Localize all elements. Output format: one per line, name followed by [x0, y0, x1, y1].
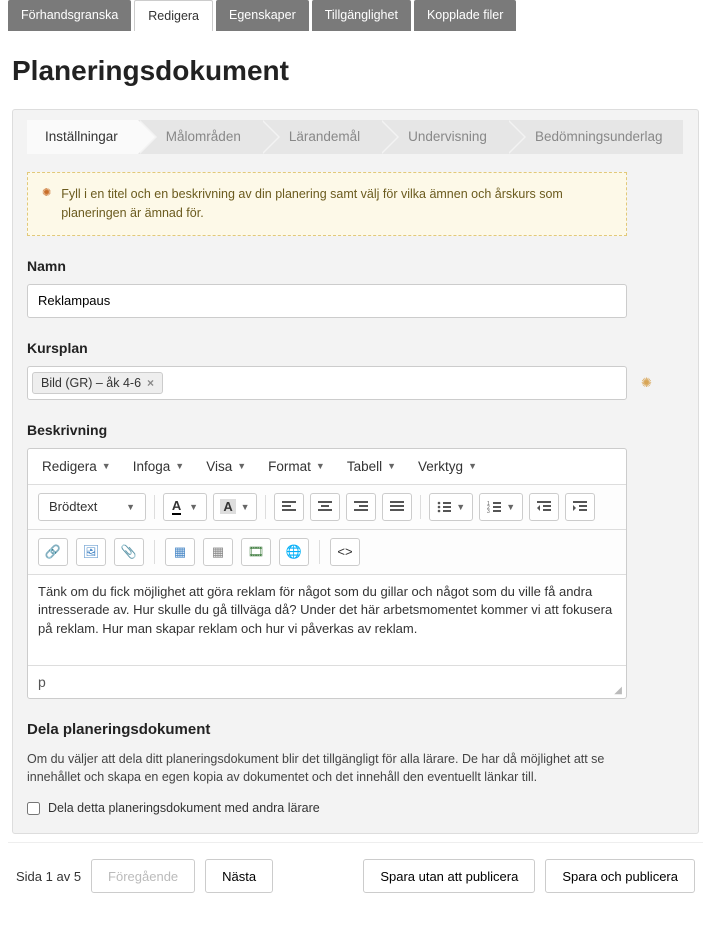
film-button[interactable]: 🎞	[241, 538, 271, 566]
share-checkbox-row[interactable]: Dela detta planeringsdokument med andra …	[27, 801, 684, 815]
align-center-button[interactable]	[310, 493, 340, 521]
link-button[interactable]: 🔗	[38, 538, 68, 566]
editor-toolbar-1: Brödtext▼ A▼ A▼ ▼ 123▼	[28, 485, 626, 530]
link-icon: 🔗	[45, 544, 61, 560]
bullet-list-button[interactable]: ▼	[429, 493, 473, 521]
numbered-list-button[interactable]: 123▼	[479, 493, 523, 521]
attachment-button[interactable]: 📎	[114, 538, 144, 566]
editor-content[interactable]: Tänk om du fick möjlighet att göra rekla…	[28, 575, 626, 665]
next-button[interactable]: Nästa	[205, 859, 273, 893]
publish-button[interactable]: Spara och publicera	[545, 859, 695, 893]
align-right-button[interactable]	[346, 493, 376, 521]
svg-text:3: 3	[487, 509, 490, 513]
name-input[interactable]	[27, 284, 627, 318]
menu-format[interactable]: Format▼	[268, 459, 325, 474]
top-tabs: Förhandsgranska Redigera Egenskaper Till…	[8, 0, 703, 31]
editor-path: p	[38, 674, 46, 690]
indent-button[interactable]	[565, 493, 595, 521]
resize-handle-icon[interactable]: ◢	[614, 685, 622, 696]
media-button-1[interactable]: ▦	[165, 538, 195, 566]
footer-bar: Sida 1 av 5 Föregående Nästa Spara utan …	[8, 842, 703, 909]
paperclip-icon: 📎	[121, 544, 137, 560]
media-button-2[interactable]: ▦	[203, 538, 233, 566]
page-indicator: Sida 1 av 5	[16, 869, 81, 884]
tag-remove-icon[interactable]: ×	[147, 376, 154, 390]
kursplan-tag-label: Bild (GR) – åk 4-6	[41, 376, 141, 390]
step-crumbs: Inställningar Målområden Lärandemål Unde…	[27, 120, 684, 154]
share-title: Dela planeringsdokument	[27, 721, 684, 738]
rich-text-editor: Redigera▼ Infoga▼ Visa▼ Format▼ Tabell▼ …	[27, 448, 627, 699]
share-desc: Om du väljer att dela ditt planeringsdok…	[27, 750, 647, 788]
tab-accessibility[interactable]: Tillgänglighet	[312, 0, 411, 31]
editor-menubar: Redigera▼ Infoga▼ Visa▼ Format▼ Tabell▼ …	[28, 449, 626, 485]
tab-properties[interactable]: Egenskaper	[216, 0, 309, 31]
tab-edit[interactable]: Redigera	[134, 0, 213, 31]
image-button[interactable]: 🖼	[76, 538, 106, 566]
field-kursplan: Kursplan Bild (GR) – åk 4-6 × ✺	[27, 340, 684, 400]
loading-spinner-icon: ✺	[641, 375, 652, 391]
save-draft-button[interactable]: Spara utan att publicera	[363, 859, 535, 893]
menu-tabell[interactable]: Tabell▼	[347, 459, 396, 474]
outdent-button[interactable]	[529, 493, 559, 521]
tab-attached-files[interactable]: Kopplade filer	[414, 0, 516, 31]
kursplan-tag: Bild (GR) – åk 4-6 ×	[32, 372, 163, 394]
field-beskrivning: Beskrivning Redigera▼ Infoga▼ Visa▼ Form…	[27, 422, 684, 699]
prev-button[interactable]: Föregående	[91, 859, 195, 893]
editor-path-bar: p ◢	[28, 665, 626, 698]
menu-visa[interactable]: Visa▼	[206, 459, 246, 474]
page-title: Planeringsdokument	[12, 55, 703, 87]
crumb-bedomning[interactable]: Bedömningsunderlag	[507, 120, 683, 154]
menu-verktyg[interactable]: Verktyg▼	[418, 459, 477, 474]
globe-button[interactable]: 🌐	[279, 538, 309, 566]
media-icon-2: ▦	[212, 544, 224, 560]
main-panel: Inställningar Målområden Lärandemål Unde…	[12, 109, 699, 834]
code-icon: <>	[337, 544, 352, 559]
tab-preview[interactable]: Förhandsgranska	[8, 0, 131, 31]
media-icon: ▦	[174, 544, 186, 560]
source-code-button[interactable]: <>	[330, 538, 360, 566]
beskrivning-label: Beskrivning	[27, 422, 684, 438]
menu-infoga[interactable]: Infoga▼	[133, 459, 184, 474]
name-label: Namn	[27, 258, 684, 274]
info-icon: ✺	[42, 185, 51, 223]
bg-color-button[interactable]: A▼	[213, 493, 257, 521]
editor-toolbar-2: 🔗 🖼 📎 ▦ ▦ 🎞 🌐 <>	[28, 530, 626, 575]
info-text: Fyll i en titel och en beskrivning av di…	[61, 185, 612, 223]
crumb-settings[interactable]: Inställningar	[27, 120, 138, 154]
image-icon: 🖼	[83, 544, 100, 560]
align-left-button[interactable]	[274, 493, 304, 521]
field-name: Namn	[27, 258, 684, 318]
crumb-undervisning[interactable]: Undervisning	[380, 120, 507, 154]
share-checkbox-label: Dela detta planeringsdokument med andra …	[48, 801, 320, 815]
globe-icon: 🌐	[286, 544, 302, 560]
kursplan-label: Kursplan	[27, 340, 684, 356]
kursplan-input[interactable]: Bild (GR) – åk 4-6 ×	[27, 366, 627, 400]
align-justify-button[interactable]	[382, 493, 412, 521]
menu-redigera[interactable]: Redigera▼	[42, 459, 111, 474]
style-select[interactable]: Brödtext▼	[38, 493, 146, 521]
film-icon: 🎞	[248, 544, 265, 560]
info-box: ✺ Fyll i en titel och en beskrivning av …	[27, 172, 627, 236]
text-color-button[interactable]: A▼	[163, 493, 207, 521]
share-checkbox[interactable]	[27, 802, 40, 815]
